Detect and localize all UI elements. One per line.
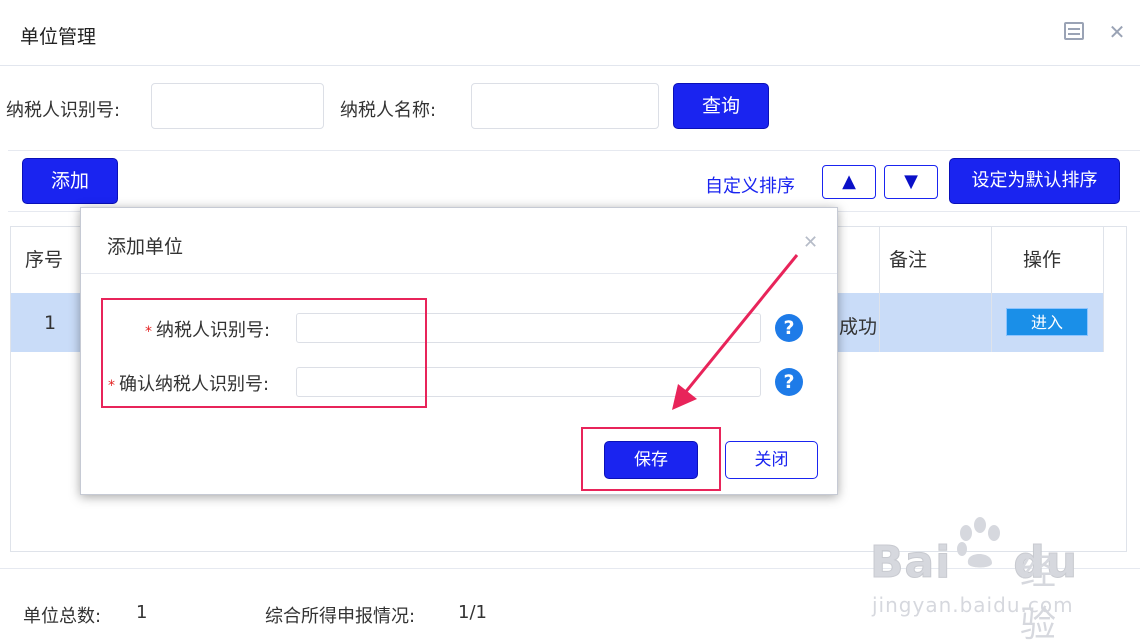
- save-highlight-box: [581, 427, 721, 491]
- row-index-cell: 1: [44, 312, 57, 334]
- dialog-divider: [81, 273, 837, 274]
- window-title: 单位管理: [20, 26, 97, 48]
- custom-sort-label: 自定义排序: [705, 176, 795, 197]
- add-button[interactable]: 添加: [22, 158, 118, 204]
- window-menu-icon[interactable]: [1064, 22, 1084, 42]
- watermark-brand-cn: 经验: [1020, 552, 1057, 640]
- unit-total-value: 1: [136, 602, 148, 623]
- paw-logo-icon: [957, 517, 1000, 568]
- column-header-index: 序号: [25, 249, 64, 271]
- taxpayer-id-help-icon[interactable]: ?: [775, 314, 803, 342]
- dialog-close-icon[interactable]: ✕: [803, 232, 818, 253]
- column-divider: [991, 227, 992, 352]
- window-close-icon[interactable]: ✕: [1107, 22, 1127, 42]
- declaration-status-value: 1/1: [458, 602, 487, 623]
- row-status-cell: 成功: [839, 316, 878, 338]
- column-header-action: 操作: [1023, 249, 1062, 271]
- taxpayer-id-search-input[interactable]: [151, 83, 324, 129]
- title-bar: 单位管理 ✕: [0, 0, 1140, 66]
- taxpayer-name-search-label: 纳税人名称:: [340, 100, 437, 121]
- unit-total-label: 单位总数:: [23, 606, 102, 627]
- taxpayer-id-search-label: 纳税人识别号:: [6, 100, 121, 121]
- form-highlight-box: [101, 298, 427, 408]
- sort-down-button[interactable]: ▼: [884, 165, 938, 199]
- baidu-watermark: Bai du 经验 jingyan.baidu.com: [869, 515, 1090, 640]
- set-default-sort-button[interactable]: 设定为默认排序: [949, 158, 1120, 204]
- close-button[interactable]: 关闭: [725, 441, 818, 479]
- sort-up-button[interactable]: ▲: [822, 165, 876, 199]
- watermark-url: jingyan.baidu.com: [872, 593, 1074, 617]
- column-header-remark: 备注: [889, 249, 928, 271]
- declaration-status-label: 综合所得申报情况:: [265, 606, 416, 627]
- confirm-taxpayer-id-help-icon[interactable]: ?: [775, 368, 803, 396]
- taxpayer-name-search-input[interactable]: [471, 83, 659, 129]
- column-divider: [879, 227, 880, 352]
- column-divider: [1103, 227, 1104, 352]
- enter-button[interactable]: 进入: [1006, 308, 1088, 336]
- dialog-title: 添加单位: [107, 236, 184, 258]
- query-button[interactable]: 查询: [673, 83, 769, 129]
